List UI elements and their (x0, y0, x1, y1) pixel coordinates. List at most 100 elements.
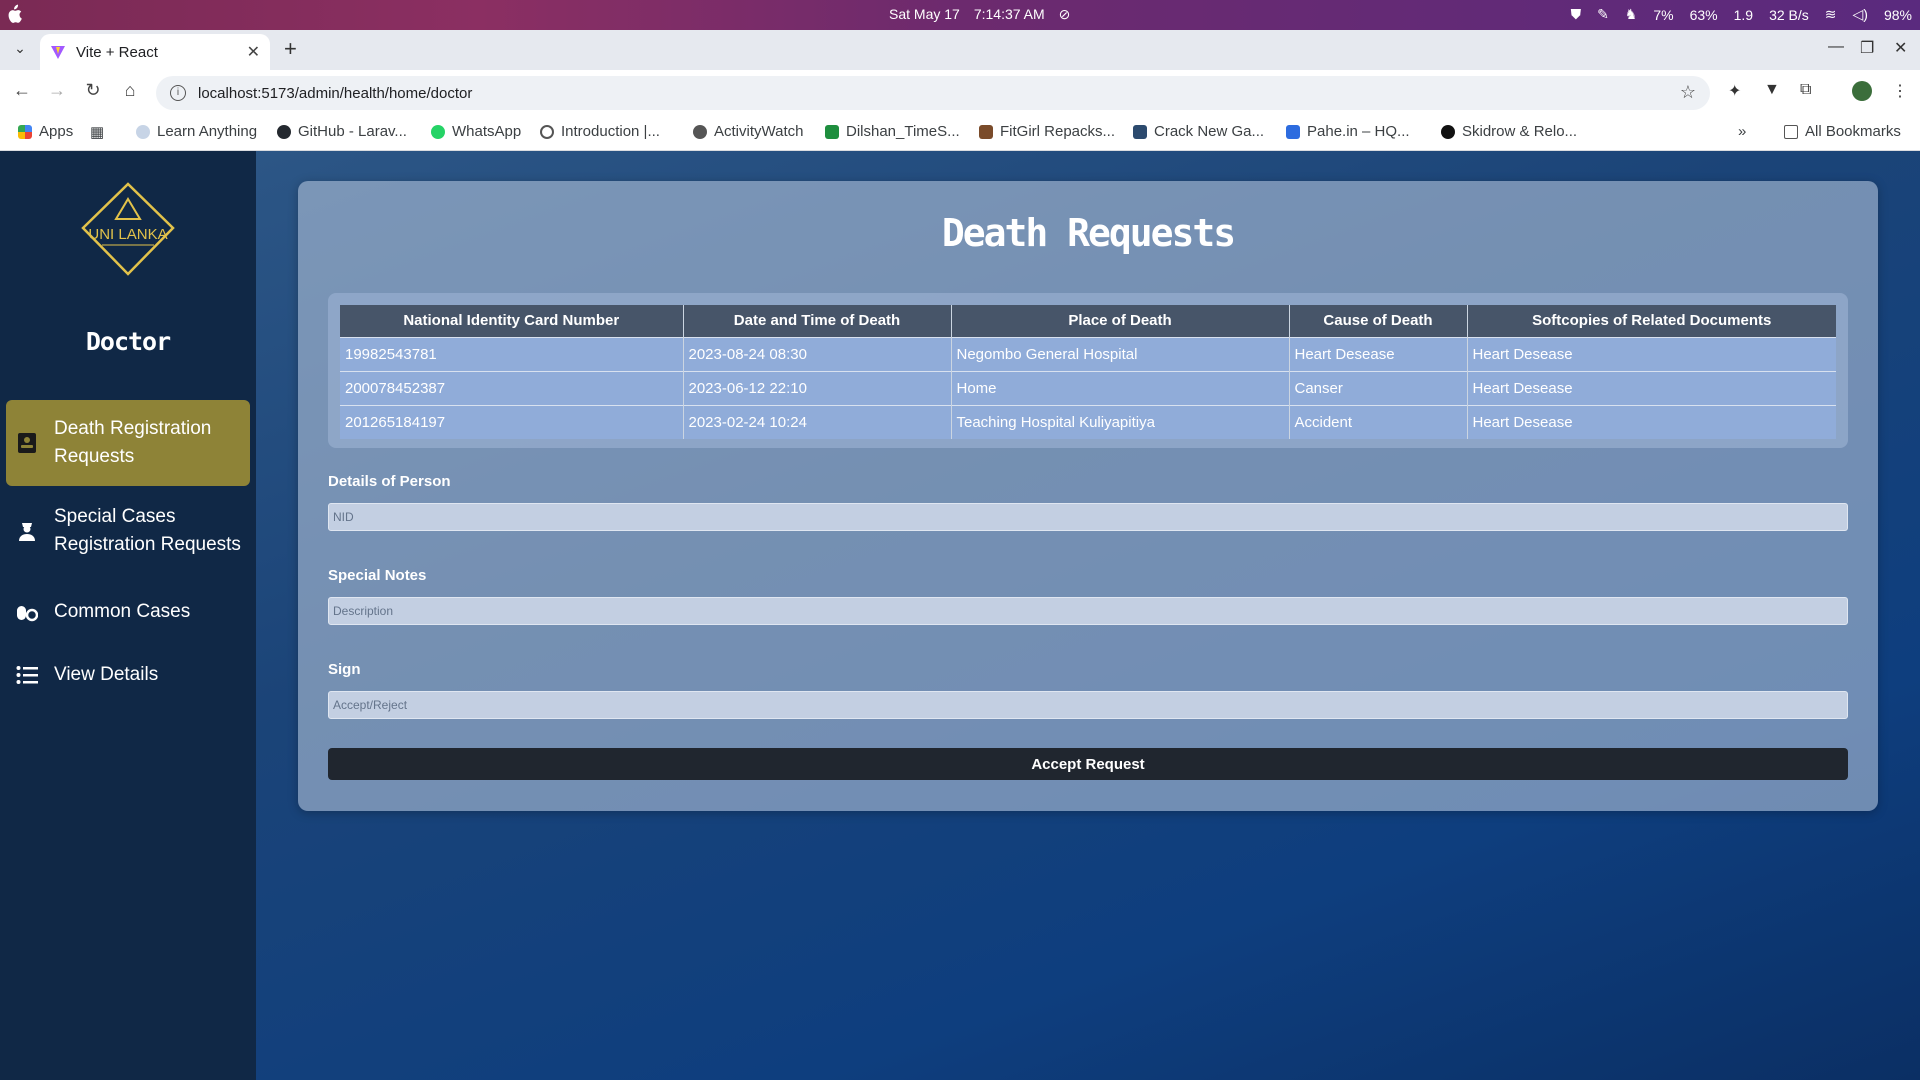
cell-documents[interactable]: Heart Desease (1467, 404, 1836, 439)
sheets-icon (825, 124, 839, 139)
reload-icon[interactable]: ↻ (81, 80, 105, 101)
person-details-label: Details of Person (328, 473, 451, 490)
cell-datetime: 2023-08-24 08:30 (683, 336, 952, 371)
skidrow-icon (1441, 124, 1455, 139)
home-icon[interactable]: ⌂ (118, 80, 142, 101)
folder-icon (1784, 124, 1798, 139)
nav-death-registration-requests[interactable]: Death Registration Requests (6, 400, 250, 486)
minimize-icon[interactable]: — (1828, 38, 1844, 56)
system-bar: Sat May 17 7:14:37 AM ⊘ ⛊ ✎ ♞ 7% 63% 1.9… (0, 0, 1920, 30)
bookmark-whatsapp[interactable]: WhatsApp (431, 123, 521, 140)
table-row[interactable]: 200078452387 2023-06-12 22:10 Home Canse… (340, 370, 1836, 405)
grid-icon[interactable]: ▦ (90, 123, 104, 141)
bookmark-learn-anything[interactable]: Learn Anything (136, 123, 257, 140)
all-bookmarks[interactable]: All Bookmarks (1784, 123, 1901, 140)
wifi-icon[interactable]: ≋ (1825, 6, 1837, 23)
screen: Sat May 17 7:14:37 AM ⊘ ⛊ ✎ ♞ 7% 63% 1.9… (0, 0, 1920, 1080)
cell-cause: Heart Desease (1289, 336, 1468, 371)
address-bar[interactable]: i localhost:5173/admin/health/home/docto… (156, 76, 1710, 110)
bookmark-dilshan-times[interactable]: Dilshan_TimeS... (825, 123, 960, 140)
battery-level: 98% (1883, 6, 1912, 23)
death-requests-card: Death Requests National Identity Card Nu… (298, 181, 1878, 811)
apple-icon[interactable] (6, 4, 22, 24)
nav-label: Common Cases (54, 601, 191, 622)
browser-tab[interactable]: Vite + React ✕ (40, 34, 270, 70)
nav-common-cases[interactable]: Common Cases (6, 595, 250, 629)
shield-icon[interactable]: ⛊ (1571, 6, 1582, 23)
cell-documents[interactable]: Heart Desease (1467, 336, 1836, 371)
more-bookmarks-icon[interactable]: » (1738, 123, 1746, 140)
tab-strip: ⌄ Vite + React ✕ + — ❐ ✕ (0, 30, 1920, 70)
load-average: 1.9 (1733, 6, 1754, 23)
cell-documents[interactable]: Heart Desease (1467, 370, 1836, 405)
cpu-usage: 7% (1653, 6, 1674, 23)
col-place: Place of Death (951, 305, 1290, 337)
back-icon[interactable]: ← (10, 80, 34, 101)
bookmark-crack-new-games[interactable]: Crack New Ga... (1133, 123, 1264, 140)
bookmarks-bar: Apps ▦ Learn Anything GitHub - Larav... … (0, 114, 1920, 151)
bookmark-pahe[interactable]: Pahe.in – HQ... (1286, 123, 1410, 140)
requests-table-wrapper: National Identity Card Number Date and T… (328, 293, 1848, 448)
tab-search-icon[interactable]: ⌄ (12, 40, 28, 56)
url-text: localhost:5173/admin/health/home/doctor (198, 84, 473, 102)
table-row[interactable]: 19982543781 2023-08-24 08:30 Negombo Gen… (340, 336, 1836, 371)
bookmark-star-icon[interactable]: ☆ (1680, 82, 1696, 103)
close-tab-icon[interactable]: ✕ (247, 42, 260, 62)
extensions-puzzle-icon[interactable]: ⧉ (1800, 81, 1811, 99)
col-nic: National Identity Card Number (340, 305, 684, 337)
app-container: UNI LANKA Doctor Death Registration Requ… (0, 151, 1920, 1080)
bookmark-fitgirl[interactable]: FitGirl Repacks... (979, 123, 1115, 140)
nav-special-cases-registration-requests[interactable]: Special Cases Registration Requests (6, 500, 250, 562)
nav-view-details[interactable]: View Details (6, 658, 250, 692)
memory-usage: 63% (1689, 6, 1718, 23)
nav-label: Death Registration Requests (54, 418, 212, 467)
restore-icon[interactable]: ❐ (1860, 38, 1874, 58)
vite-icon (51, 46, 65, 59)
whatsapp-icon (431, 124, 445, 139)
tab-title: Vite + React (76, 43, 158, 61)
color-picker-icon[interactable]: ✎ (1597, 6, 1609, 23)
gallop-icon[interactable]: ♞ (1625, 6, 1638, 23)
table-row[interactable]: 201265184197 2023-02-24 10:24 Teaching H… (340, 404, 1836, 439)
menu-kebab-icon[interactable]: ⋮ (1892, 81, 1908, 101)
extension-icon[interactable]: ✦ (1728, 81, 1741, 101)
cell-nic: 201265184197 (340, 404, 684, 439)
accept-request-button[interactable]: Accept Request (328, 748, 1848, 780)
circle-icon (540, 124, 554, 139)
globe-icon (136, 124, 150, 139)
bookmark-introduction[interactable]: Introduction |... (540, 123, 660, 140)
uni-lanka-logo[interactable]: UNI LANKA (80, 181, 176, 281)
bookmark-skidrow[interactable]: Skidrow & Relo... (1441, 123, 1577, 140)
new-tab-button[interactable]: + (284, 36, 297, 62)
site-info-icon[interactable]: i (170, 85, 186, 101)
bookmark-activitywatch[interactable]: ActivityWatch (693, 123, 803, 140)
browser-toolbar: ← → ↻ ⌂ i localhost:5173/admin/health/ho… (0, 70, 1920, 114)
profile-avatar[interactable] (1852, 81, 1872, 101)
requests-table: National Identity Card Number Date and T… (340, 305, 1836, 439)
sign-input[interactable] (328, 691, 1848, 719)
fitgirl-icon (979, 124, 993, 139)
bookmark-github[interactable]: GitHub - Larav... (277, 123, 407, 140)
activitywatch-icon (693, 124, 707, 139)
crack-games-icon (1133, 124, 1147, 139)
cell-datetime: 2023-06-12 22:10 (683, 370, 952, 405)
col-datetime: Date and Time of Death (683, 305, 952, 337)
vue-devtools-icon[interactable]: ▼ (1764, 81, 1780, 99)
role-title: Doctor (85, 327, 171, 356)
cell-nic: 200078452387 (340, 370, 684, 405)
close-window-icon[interactable]: ✕ (1894, 38, 1907, 58)
description-input[interactable] (328, 597, 1848, 625)
user-nurse-icon (19, 523, 35, 541)
nid-input[interactable] (328, 503, 1848, 531)
forward-icon[interactable]: → (45, 80, 69, 101)
volume-icon[interactable]: ◁) (1853, 6, 1868, 23)
apps-grid-icon (18, 124, 32, 139)
cell-place: Teaching Hospital Kuliyapitiya (951, 404, 1290, 439)
col-documents: Softcopies of Related Documents (1467, 305, 1836, 337)
cell-datetime: 2023-02-24 10:24 (683, 404, 952, 439)
dnd-icon[interactable]: ⊘ (1059, 6, 1071, 23)
system-date: Sat May 17 (889, 6, 960, 22)
logo-text: UNI LANKA (88, 226, 167, 243)
cell-cause: Canser (1289, 370, 1468, 405)
bookmark-apps[interactable]: Apps (18, 123, 73, 140)
